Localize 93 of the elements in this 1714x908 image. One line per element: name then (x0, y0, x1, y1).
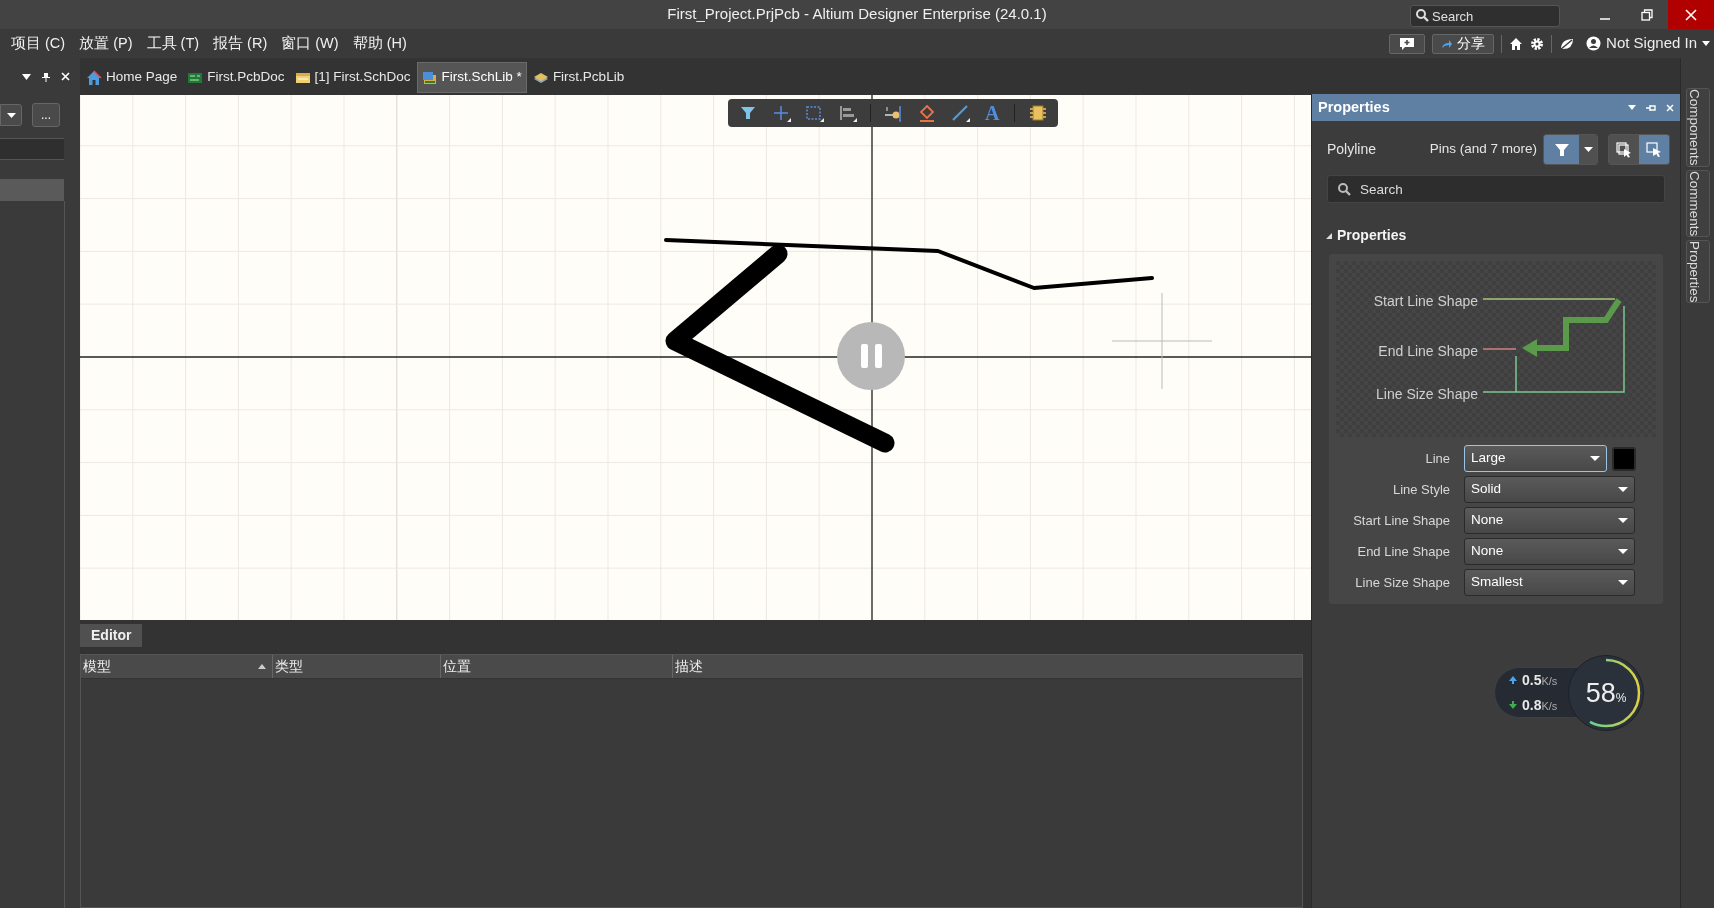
field-label: Line Style (1391, 480, 1451, 499)
more-button[interactable]: ... (32, 103, 60, 127)
selection-rectangle-icon[interactable] (804, 104, 824, 122)
up-arrow-icon (1509, 676, 1517, 684)
align-icon[interactable] (837, 104, 857, 122)
field-label: End Line Shape (1356, 542, 1451, 561)
chip-icon[interactable] (1028, 104, 1049, 122)
close-button[interactable] (1668, 0, 1714, 29)
caret-icon (6, 112, 16, 118)
speech-bubble-icon (1399, 36, 1416, 51)
menu-item[interactable]: 工具 (T) (139, 29, 207, 58)
diagram-label: End Line Shape (1378, 342, 1478, 361)
filter-icon (1553, 141, 1570, 158)
column-header[interactable]: 描述 (672, 655, 1302, 678)
caret-icon (1583, 147, 1593, 152)
thick-polyline[interactable] (665, 244, 895, 453)
dropdown[interactable]: Large (1464, 445, 1607, 472)
document-tab[interactable]: Home Page (82, 62, 182, 93)
minimize-icon (1600, 17, 1610, 20)
filter-button[interactable] (1544, 135, 1579, 164)
side-tab[interactable]: Components (1685, 88, 1710, 167)
memory-percent: 58% (1585, 676, 1627, 710)
dropdown[interactable]: None (1464, 507, 1635, 534)
speed-reading: 0.8K/s (1522, 695, 1558, 715)
menu-item[interactable]: 报告 (R) (206, 29, 275, 58)
feedback-button[interactable] (1389, 33, 1426, 54)
caret-icon (1618, 487, 1628, 492)
search-icon (1337, 182, 1351, 196)
select-cursor-icon (1646, 141, 1662, 158)
caret-icon (1618, 549, 1628, 554)
pin-icon[interactable] (41, 71, 51, 82)
search-field[interactable]: Search (1327, 175, 1665, 203)
arrow-icon (1441, 38, 1454, 49)
field-label: Start Line Shape (1352, 511, 1451, 530)
caret-icon (1702, 41, 1710, 46)
down-arrow-icon (1509, 701, 1517, 709)
library-icon (421, 69, 438, 86)
restore-icon (1641, 8, 1653, 21)
caret-icon (1618, 518, 1628, 523)
search-icon (1415, 7, 1429, 22)
select-cursor-icon (1616, 141, 1632, 158)
search-field[interactable]: Search (1410, 5, 1560, 27)
menu-item[interactable]: 帮助 (H) (345, 29, 414, 58)
filter-icon[interactable] (738, 104, 758, 122)
section-header[interactable]: Properties (1326, 225, 1407, 246)
diagram-label: Start Line Shape (1373, 292, 1478, 311)
dropdown[interactable]: Solid (1464, 476, 1635, 503)
field-label: Line Size Shape (1354, 573, 1451, 592)
menu-item[interactable]: 窗口 (W) (274, 29, 346, 58)
select-button[interactable] (1609, 135, 1639, 164)
share-button[interactable]: 分享 (1432, 33, 1495, 54)
line-tool-icon[interactable] (950, 104, 970, 122)
window-title: First_Project.PrjPcb - Altium Designer Enterprise (24.0.1) (667, 4, 1047, 25)
document-tab[interactable]: First.PcbDoc (183, 62, 289, 93)
side-tab[interactable]: Properties (1685, 239, 1710, 304)
menu-item[interactable]: 放置 (P) (72, 29, 140, 58)
caret-icon[interactable] (22, 73, 31, 80)
expand-triangle-icon (1326, 232, 1332, 239)
polyline[interactable] (664, 238, 1154, 290)
speed-reading: 0.5K/s (1522, 670, 1558, 690)
close-icon (1685, 8, 1697, 21)
document-tab[interactable]: First.PcbLib (528, 62, 629, 93)
field-label: Line (1424, 449, 1451, 468)
filter-summary: Pins (and 7 more) (1429, 140, 1537, 159)
caret-icon (1590, 456, 1600, 461)
gear-icon[interactable] (1530, 36, 1545, 51)
house-icon (86, 69, 102, 86)
panel-title: Properties (1318, 97, 1390, 117)
dropdown-button[interactable] (1579, 135, 1597, 164)
color-swatch[interactable] (1612, 446, 1636, 471)
leaf-icon[interactable] (1559, 36, 1576, 51)
diagram-label: Line Size Shape (1376, 385, 1478, 404)
sort-ascending-icon (258, 664, 266, 669)
dropdown[interactable]: None (1464, 538, 1635, 565)
column-header[interactable]: 类型 (272, 655, 440, 678)
side-tab[interactable]: Comments (1685, 169, 1710, 237)
select-button[interactable] (1639, 135, 1669, 164)
object-type: Polyline (1327, 140, 1377, 159)
menu-item[interactable]: 项目 (C) (4, 29, 73, 58)
caret-icon (1618, 580, 1628, 585)
document-tab[interactable]: First.SchLib * (416, 62, 527, 93)
document-tab[interactable]: [1] First.SchDoc (290, 62, 415, 93)
column-header[interactable]: 模型 (81, 655, 272, 678)
panel-tab[interactable]: Editor (80, 624, 143, 647)
column-header[interactable]: 位置 (440, 655, 672, 678)
crosshair-icon[interactable] (771, 104, 791, 122)
close-icon[interactable] (61, 72, 70, 81)
user-icon (1586, 36, 1602, 51)
dropdown[interactable]: Smallest (1464, 569, 1635, 596)
pin-icon[interactable] (884, 104, 904, 122)
account-menu[interactable]: Not Signed In (1586, 32, 1710, 55)
home-icon[interactable] (1509, 36, 1524, 51)
dropdown-button[interactable] (0, 104, 22, 126)
